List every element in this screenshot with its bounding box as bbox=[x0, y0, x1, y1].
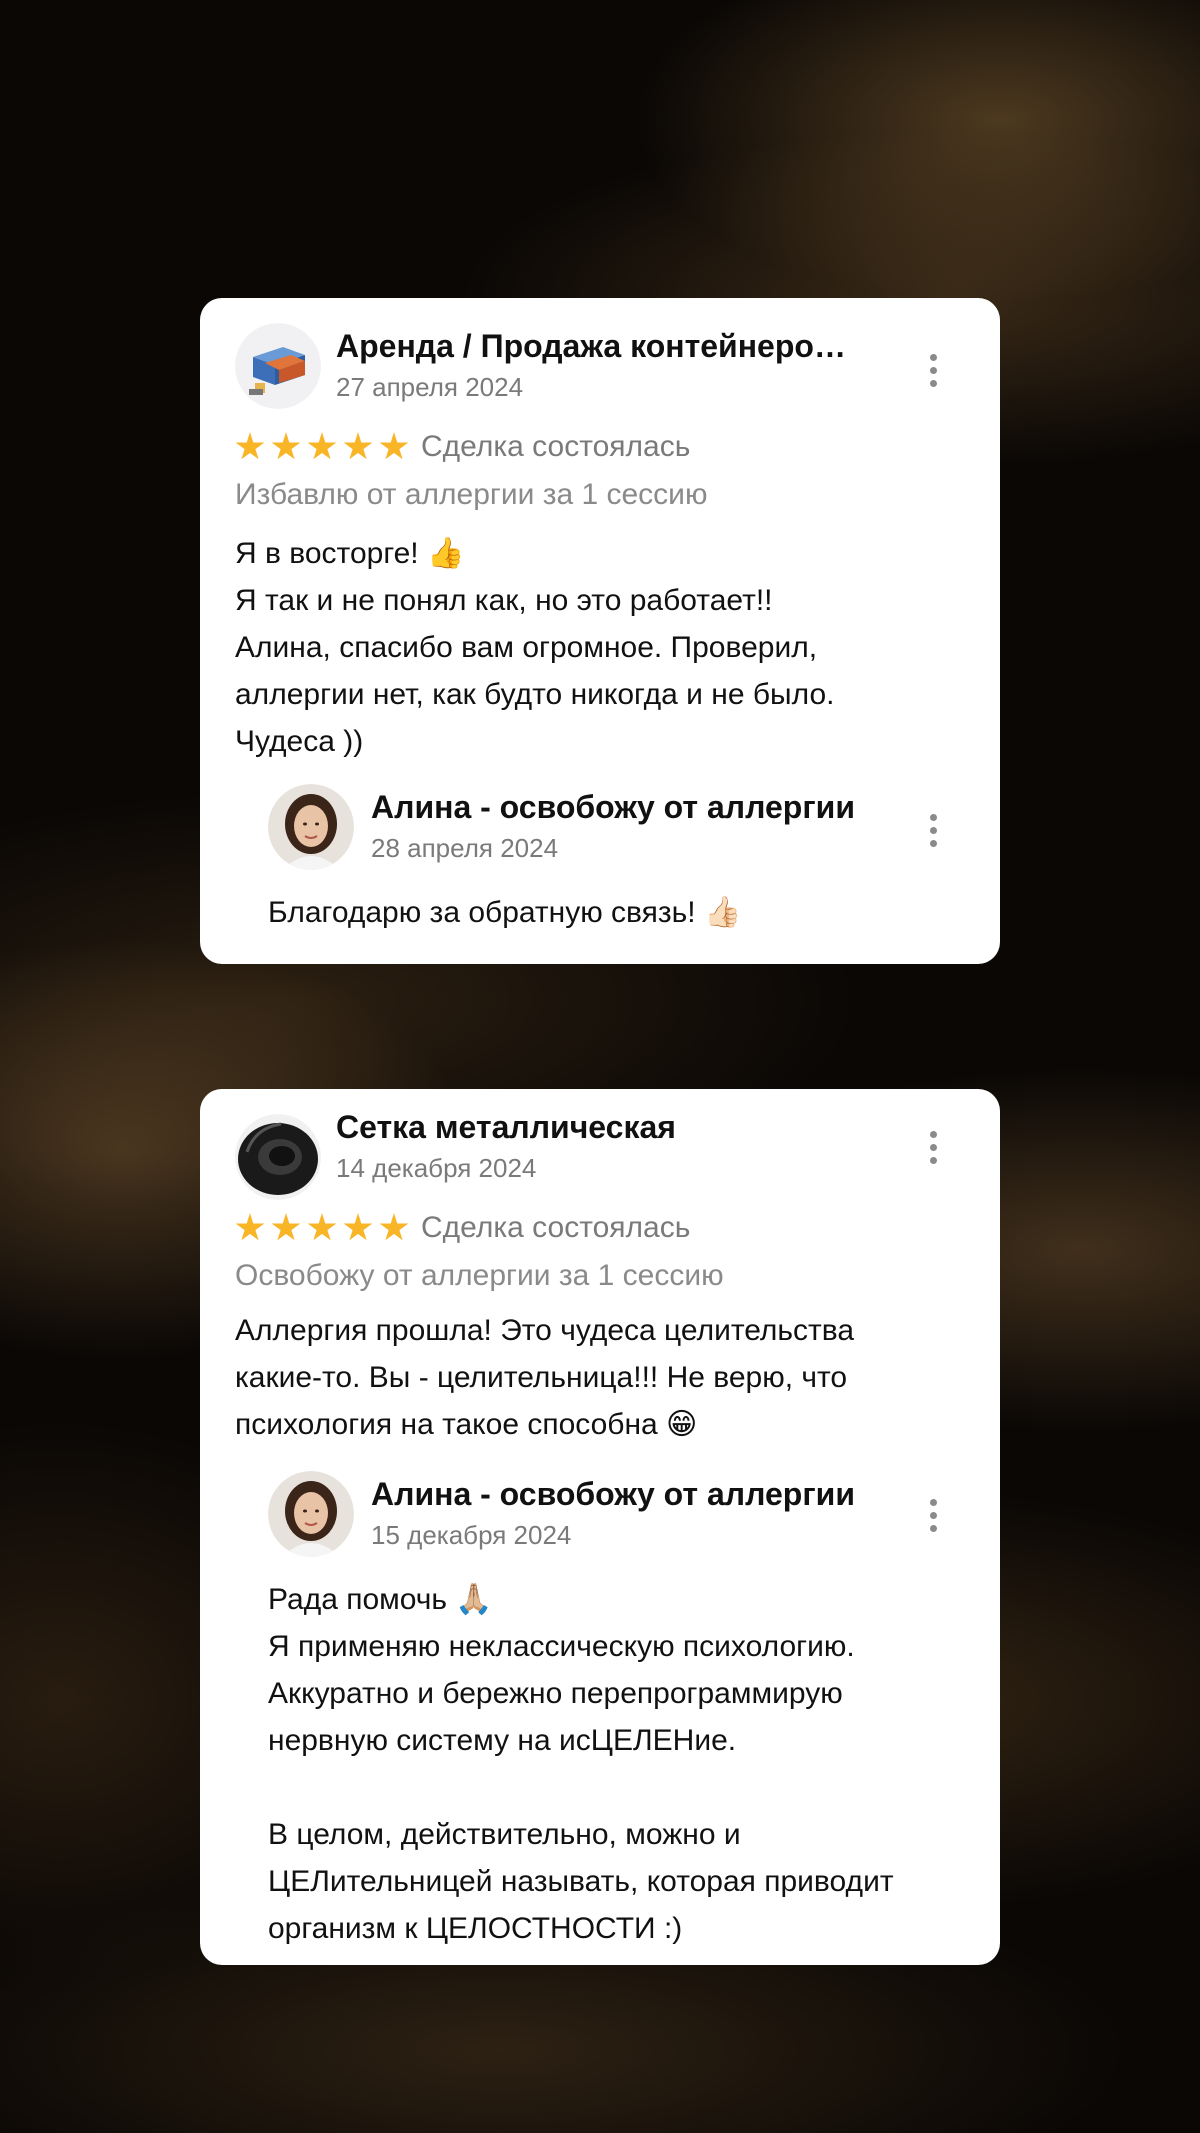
review-text: Я в восторге! 👍 Я так и не понял как, но… bbox=[235, 530, 965, 765]
reply-date: 15 декабря 2024 bbox=[371, 1520, 572, 1550]
rating-stars bbox=[235, 432, 409, 462]
review-card: Аренда / Продажа контейнеро… 27 апреля 2… bbox=[200, 298, 1000, 964]
reply-author[interactable]: Алина - освобожу от аллергии bbox=[371, 1476, 855, 1513]
review-date: 27 апреля 2024 bbox=[336, 372, 524, 402]
reply-text-line: Благодарю за обратную связь! 👍🏻 bbox=[268, 896, 742, 929]
star-icon bbox=[307, 1213, 337, 1241]
deal-status: Сделка состоялась bbox=[421, 1211, 691, 1244]
star-icon bbox=[271, 1213, 301, 1241]
service-title[interactable]: Избавлю от аллергии за 1 сессию bbox=[235, 478, 707, 512]
star-icon bbox=[235, 432, 265, 460]
more-options-icon[interactable] bbox=[930, 1499, 938, 1533]
review-text-line: Алина, спасибо вам огромное. Проверил, bbox=[235, 631, 818, 664]
reply-date: 28 апреля 2024 bbox=[371, 833, 559, 863]
review-date: 14 декабря 2024 bbox=[336, 1153, 537, 1183]
review-author[interactable]: Аренда / Продажа контейнеро… bbox=[336, 328, 896, 365]
more-options-icon[interactable] bbox=[930, 814, 938, 848]
reply-text-line: В целом, действительно, можно и bbox=[268, 1818, 741, 1851]
rating-row: Сделка состоялась bbox=[235, 430, 690, 464]
star-icon bbox=[379, 432, 409, 460]
star-icon bbox=[343, 432, 373, 460]
reply-text-line: организм к ЦЕЛОСТНОСТИ :) bbox=[268, 1912, 683, 1945]
review-text-line: аллергии нет, как будто никогда и не был… bbox=[235, 678, 835, 711]
star-icon bbox=[271, 432, 301, 460]
more-options-icon[interactable] bbox=[930, 354, 938, 388]
star-icon bbox=[307, 432, 337, 460]
reply-text: Благодарю за обратную связь! 👍🏻 bbox=[268, 889, 988, 936]
reply-text-line: Аккуратно и бережно перепрограммирую bbox=[268, 1677, 843, 1710]
reply-text: Рада помочь 🙏🏼 Я применяю неклассическую… bbox=[268, 1576, 988, 1952]
reply-text-line bbox=[268, 1764, 988, 1811]
deal-status: Сделка состоялась bbox=[421, 430, 691, 463]
review-text-line: Я в восторге! 👍 bbox=[235, 537, 465, 570]
avatar[interactable] bbox=[268, 784, 354, 870]
review-card: Сетка металлическая 14 декабря 2024 Сдел… bbox=[200, 1089, 1000, 1965]
review-author[interactable]: Сетка металлическая bbox=[336, 1109, 896, 1146]
reply-author[interactable]: Алина - освобожу от аллергии bbox=[371, 789, 855, 826]
star-icon bbox=[379, 1213, 409, 1241]
reply-text-line: Рада помочь 🙏🏼 bbox=[268, 1583, 493, 1616]
star-icon bbox=[343, 1213, 373, 1241]
avatar[interactable] bbox=[268, 1471, 354, 1557]
more-options-icon[interactable] bbox=[930, 1131, 938, 1165]
review-text-line: Я так и не понял как, но это работает!! bbox=[235, 584, 773, 617]
review-text-line: психология на такое способна 😁 bbox=[235, 1408, 698, 1441]
review-text: Аллергия прошла! Это чудеса целительства… bbox=[235, 1307, 965, 1448]
rating-stars bbox=[235, 1213, 409, 1243]
reply-text-line: ЦЕЛительницей называть, которая приводит bbox=[268, 1865, 894, 1898]
reply-text-line: нервную систему на исЦЕЛЕНие. bbox=[268, 1724, 737, 1757]
rating-row: Сделка состоялась bbox=[235, 1211, 690, 1245]
review-text-line: Аллергия прошла! Это чудеса целительства bbox=[235, 1314, 855, 1347]
reply-text-line: Я применяю неклассическую психологию. bbox=[268, 1630, 855, 1663]
review-text-line: какие-то. Вы - целительница!!! Не верю, … bbox=[235, 1361, 848, 1394]
review-text-line: Чудеса )) bbox=[235, 725, 364, 758]
tire-icon[interactable] bbox=[235, 1114, 321, 1200]
star-icon bbox=[235, 1213, 265, 1241]
container-logo-icon[interactable] bbox=[235, 323, 321, 409]
service-title[interactable]: Освобожу от аллергии за 1 сессию bbox=[235, 1259, 724, 1293]
